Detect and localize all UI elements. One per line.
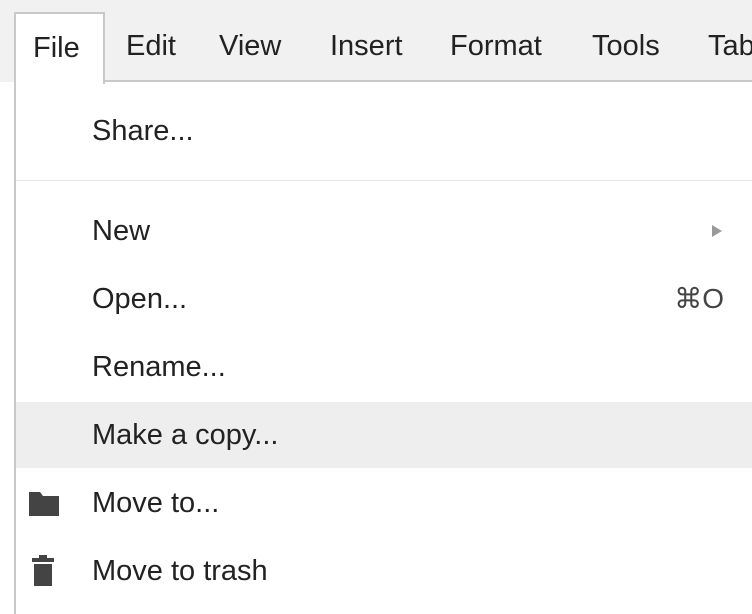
trash-icon <box>32 555 54 586</box>
menu-separator <box>16 180 752 181</box>
menu-view[interactable]: View <box>219 12 281 82</box>
menu-item-make-copy[interactable]: Make a copy... <box>16 402 752 468</box>
shortcut-open: ⌘O <box>674 283 724 314</box>
top-strip <box>0 0 752 12</box>
menu-item-label: Open... <box>92 283 188 315</box>
menubar: File Edit View Insert Format Tools Tab <box>0 12 752 84</box>
menu-file[interactable]: File <box>14 12 105 84</box>
menu-insert[interactable]: Insert <box>330 12 403 82</box>
menu-format[interactable]: Format <box>450 12 542 82</box>
menu-item-label: Make a copy... <box>92 419 279 451</box>
menu-item-rename[interactable]: Rename... <box>16 334 752 400</box>
menu-item-move-to[interactable]: Move to... <box>16 470 752 536</box>
menu-tools[interactable]: Tools <box>592 12 660 82</box>
menu-item-share[interactable]: Share... <box>16 98 752 164</box>
menu-table[interactable]: Tab <box>708 12 752 82</box>
folder-icon <box>29 492 59 516</box>
menu-item-label: New <box>92 215 151 247</box>
docs-window: File Edit View Insert Format Tools Tab S… <box>0 0 752 614</box>
menu-item-move-to-trash[interactable]: Move to trash <box>16 538 752 604</box>
submenu-arrow-icon <box>712 225 722 237</box>
menu-item-label: Rename... <box>92 351 226 383</box>
menu-item-new[interactable]: New <box>16 198 752 264</box>
menu-item-label: Move to trash <box>92 555 268 587</box>
file-menu-dropdown: Share... New Open... ⌘O Rename... Make a… <box>14 80 752 614</box>
menu-item-open[interactable]: Open... ⌘O <box>16 266 752 332</box>
menu-item-label: Move to... <box>92 487 220 519</box>
menu-item-label: Share... <box>92 115 194 147</box>
menu-edit[interactable]: Edit <box>126 12 176 82</box>
